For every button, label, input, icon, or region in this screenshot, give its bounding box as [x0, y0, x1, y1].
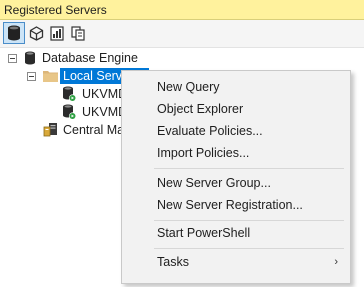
menu-item-label: Tasks — [157, 255, 189, 269]
tree-label-central-management-servers: Central Ma — [63, 123, 125, 137]
menu-item-label: New Server Registration... — [157, 198, 303, 212]
integration-services-button[interactable] — [68, 23, 88, 43]
menu-separator — [154, 220, 344, 221]
menu-separator — [154, 248, 344, 249]
database-icon — [25, 51, 35, 65]
tree-node-database-engine[interactable]: Database Engine — [0, 49, 364, 67]
menu-item-label: Object Explorer — [157, 102, 244, 116]
analysis-services-button[interactable] — [26, 23, 46, 43]
menu-item-label: Import Policies... — [157, 146, 250, 160]
tree-node-server[interactable]: UKVMD — [0, 103, 130, 121]
menu-item-start-powershell[interactable]: Start PowerShell — [122, 223, 350, 245]
menu-item-label: New Server Group... — [157, 176, 271, 190]
central-management-server-icon — [43, 123, 57, 137]
analysis-services-icon — [29, 25, 43, 41]
database-engine-button[interactable] — [3, 22, 25, 44]
collapse-expander[interactable] — [27, 72, 36, 81]
folder-icon — [43, 71, 58, 82]
tree-node-server[interactable]: UKVMD — [0, 85, 130, 103]
menu-item-label: Evaluate Policies... — [157, 124, 263, 138]
menu-separator — [154, 168, 344, 169]
reporting-services-icon — [50, 25, 64, 41]
toolbar — [0, 20, 364, 48]
panel-title: Registered Servers — [4, 3, 107, 17]
menu-item-tasks[interactable]: Tasks › — [122, 252, 350, 274]
database-engine-icon — [8, 25, 20, 41]
menu-item-new-server-registration[interactable]: New Server Registration... — [122, 195, 350, 217]
menu-item-label: New Query — [157, 80, 220, 94]
menu-item-object-explorer[interactable]: Object Explorer — [122, 99, 350, 121]
submenu-arrow-icon: › — [334, 256, 338, 268]
server-registered-icon — [63, 104, 77, 120]
menu-item-new-query[interactable]: New Query — [122, 77, 350, 99]
menu-item-new-server-group[interactable]: New Server Group... — [122, 173, 350, 195]
panel-title-bar: Registered Servers — [0, 0, 364, 20]
tree-node-central-management-servers[interactable]: Central Ma — [0, 121, 130, 139]
context-menu: New Query Object Explorer Evaluate Polic… — [121, 70, 351, 284]
menu-item-evaluate-policies[interactable]: Evaluate Policies... — [122, 121, 350, 143]
collapse-expander[interactable] — [8, 54, 17, 63]
menu-item-label: Start PowerShell — [157, 226, 251, 240]
menu-item-import-policies[interactable]: Import Policies... — [122, 143, 350, 165]
integration-services-icon — [71, 25, 85, 41]
reporting-services-button[interactable] — [47, 23, 67, 43]
tree-label-database-engine: Database Engine — [42, 51, 138, 65]
server-registered-icon — [63, 86, 77, 102]
